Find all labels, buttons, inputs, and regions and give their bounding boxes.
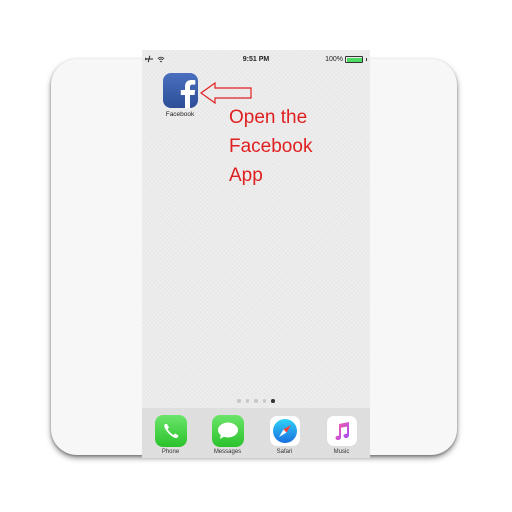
facebook-icon[interactable] [162, 73, 198, 108]
music-note-glyph [335, 422, 349, 440]
battery-tip [365, 58, 367, 61]
speech-bubble-glyph [217, 422, 238, 439]
battery-icon [345, 56, 363, 63]
dock-app-safari[interactable]: Safari [261, 415, 309, 455]
annotation-text: Open the Facebook App [229, 103, 349, 190]
dock-label: Messages [213, 449, 242, 455]
dock-label: Safari [276, 449, 293, 455]
page-dot[interactable] [237, 399, 241, 403]
dock-app-music[interactable]: Music [318, 415, 366, 455]
page-dot[interactable] [254, 399, 258, 403]
annotation-line: Open the [229, 107, 308, 128]
page-dot[interactable] [245, 399, 250, 403]
messages-icon[interactable] [211, 415, 244, 447]
battery-percent: 100% [325, 56, 343, 63]
dock-label: Music [333, 449, 350, 455]
dock: Phone Messages Safari Music [142, 408, 370, 458]
annotation-arrow-icon [200, 82, 252, 104]
safari-icon[interactable] [268, 415, 301, 447]
music-icon[interactable] [325, 415, 358, 447]
annotation-line: App [229, 165, 263, 186]
dock-app-messages[interactable]: Messages [204, 415, 252, 455]
dock-label: Phone [161, 449, 180, 455]
page-indicator[interactable] [142, 399, 370, 403]
battery-level [346, 57, 362, 62]
phone-icon[interactable] [154, 415, 187, 447]
annotation-line: Facebook [229, 136, 313, 157]
page-dot[interactable] [262, 399, 267, 403]
status-battery: 100% [325, 56, 367, 63]
status-bar: 9:51 PM 100% [142, 50, 370, 70]
facebook-logo [180, 80, 195, 108]
page-dot[interactable] [271, 399, 275, 403]
facebook-app[interactable]: Facebook [160, 73, 200, 118]
phone-handset-glyph [163, 424, 178, 439]
compass-glyph [272, 419, 297, 443]
app-label: Facebook [165, 111, 195, 118]
dock-app-phone[interactable]: Phone [147, 415, 195, 455]
